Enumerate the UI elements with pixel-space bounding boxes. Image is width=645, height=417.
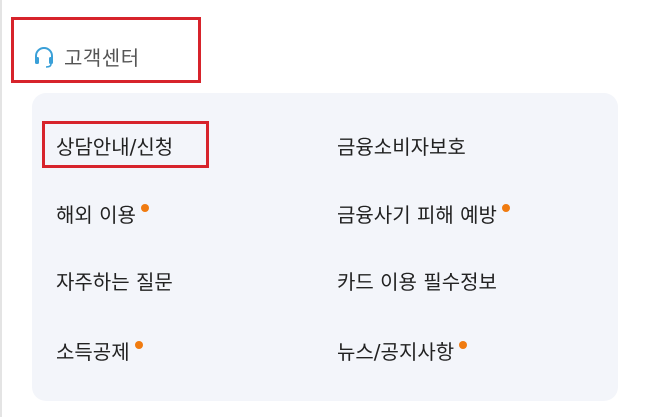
menu-item-fraud-prevention[interactable]: 금융사기 피해 예방	[337, 199, 510, 228]
new-badge-dot	[134, 340, 143, 349]
menu-item-faq[interactable]: 자주하는 질문	[56, 266, 173, 295]
customer-center-header[interactable]: 고객센터	[32, 42, 140, 71]
menu-item-news-notices[interactable]: 뉴스/공지사항	[337, 336, 468, 365]
headset-icon	[32, 45, 56, 69]
menu-item-label: 금융사기 피해 예방	[337, 203, 497, 227]
page-title: 고객센터	[64, 46, 140, 70]
menu-item-label: 금융소비자보호	[337, 135, 466, 159]
menu-item-label: 해외 이용	[56, 203, 136, 227]
new-badge-dot	[459, 340, 468, 349]
menu-item-label: 상담안내/신청	[56, 135, 174, 159]
new-badge-dot	[140, 203, 149, 212]
menu-item-income-deduction[interactable]: 소득공제	[56, 336, 143, 365]
menu-item-consumer-protection[interactable]: 금융소비자보호	[337, 131, 466, 160]
menu-item-label: 뉴스/공지사항	[337, 340, 455, 364]
menu-item-consultation[interactable]: 상담안내/신청	[56, 131, 173, 160]
menu-item-label: 카드 이용 필수정보	[337, 270, 497, 294]
new-badge-dot	[501, 203, 510, 212]
menu-item-overseas-use[interactable]: 해외 이용	[56, 199, 149, 228]
left-edge-divider	[0, 0, 2, 417]
menu-item-card-essential-info[interactable]: 카드 이용 필수정보	[337, 266, 497, 295]
menu-item-label: 자주하는 질문	[56, 270, 173, 294]
menu-item-label: 소득공제	[56, 340, 130, 364]
